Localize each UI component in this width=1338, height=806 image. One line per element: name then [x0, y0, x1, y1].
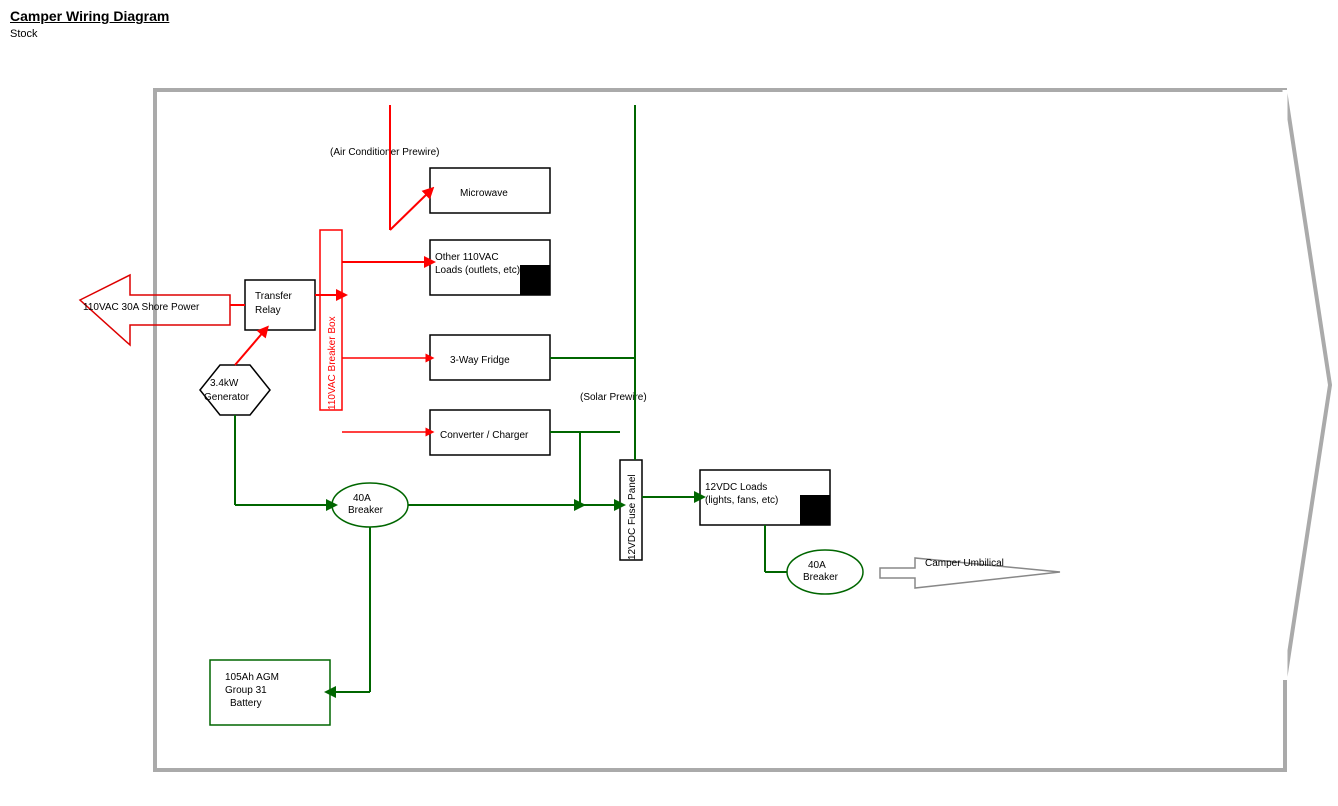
- microwave-label: Microwave: [460, 188, 508, 199]
- wiring-diagram: 110VAC 30A Shore Power Transfer Relay 3.…: [0, 0, 1338, 806]
- dc-loads-label2: (lights, fans, etc): [705, 495, 778, 506]
- dc-loads-label1: 12VDC Loads: [705, 482, 767, 493]
- breaker-right-label2: Breaker: [803, 572, 839, 583]
- breaker-left-label1: 40A: [353, 493, 371, 504]
- fridge-label: 3-Way Fridge: [450, 355, 510, 366]
- breaker-left-label2: Breaker: [348, 505, 384, 516]
- fuse-panel-label: 12VDC Fuse Panel: [627, 474, 638, 560]
- battery-label3: Battery: [230, 698, 262, 709]
- transfer-relay-label: Transfer: [255, 291, 293, 302]
- other-loads-label1: Other 110VAC: [435, 252, 499, 263]
- converter-label: Converter / Charger: [440, 430, 529, 441]
- generator-label1: 3.4kW: [210, 378, 239, 389]
- shore-power-label: 110VAC 30A Shore Power: [83, 302, 200, 313]
- solar-prewire-label: (Solar Prewire): [580, 392, 647, 403]
- breaker-right-label1: 40A: [808, 560, 826, 571]
- ac-prewire-label: (Air Conditioner Prewire): [330, 147, 439, 158]
- battery-label2: Group 31: [225, 685, 267, 696]
- breaker-box-label: 110VAC Breaker Box: [327, 316, 338, 410]
- generator-label2: Generator: [204, 392, 250, 403]
- other-loads-label2: Loads (outlets, etc): [435, 265, 520, 276]
- transfer-relay-label2: Relay: [255, 305, 281, 316]
- umbilical-label: Camper Umbilical: [925, 558, 1004, 569]
- battery-label1: 105Ah AGM: [225, 672, 279, 683]
